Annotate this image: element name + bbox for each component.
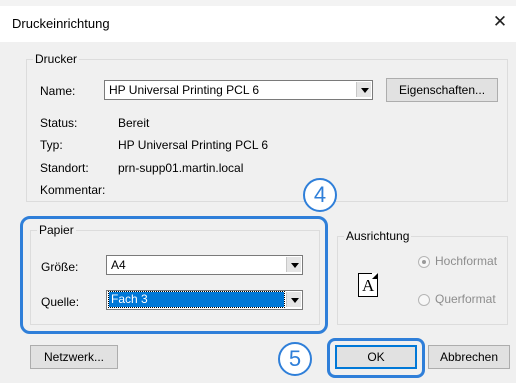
hochformat-radio[interactable] (418, 256, 430, 268)
typ-label: Typ: (40, 138, 63, 152)
hochformat-label: Hochformat (435, 254, 498, 268)
status-value: Bereit (118, 116, 150, 130)
step-4-marker: 4 (303, 178, 337, 212)
netzwerk-button[interactable]: Netzwerk... (30, 345, 118, 369)
abbrechen-button[interactable]: Abbrechen (428, 345, 510, 369)
papier-highlight (20, 216, 328, 334)
status-label: Status: (40, 116, 78, 130)
name-label: Name: (40, 84, 76, 98)
portrait-page-icon: A (358, 273, 378, 297)
chevron-down-icon[interactable] (356, 82, 371, 97)
querformat-label: Querformat (435, 292, 496, 306)
printer-name-select[interactable]: HP Universal Printing PCL 6 (104, 80, 373, 100)
window-title: Druckeinrichtung (12, 16, 110, 31)
page-glyph: A (362, 276, 375, 295)
drucker-legend: Drucker (35, 52, 78, 66)
eigenschaften-button[interactable]: Eigenschaften... (386, 78, 498, 102)
printer-name-value: HP Universal Printing PCL 6 (109, 83, 260, 97)
standort-label: Standort: (40, 161, 89, 175)
standort-value: prn-supp01.martin.local (118, 161, 244, 175)
querformat-radio[interactable] (418, 294, 430, 306)
kommentar-label: Kommentar: (40, 183, 106, 197)
close-icon[interactable]: ✕ (490, 12, 510, 32)
step-5-marker: 5 (278, 342, 312, 376)
ok-highlight (327, 338, 425, 378)
ausrichtung-legend: Ausrichtung (346, 229, 410, 243)
typ-value: HP Universal Printing PCL 6 (118, 138, 269, 152)
drucker-group: Drucker (26, 52, 508, 202)
